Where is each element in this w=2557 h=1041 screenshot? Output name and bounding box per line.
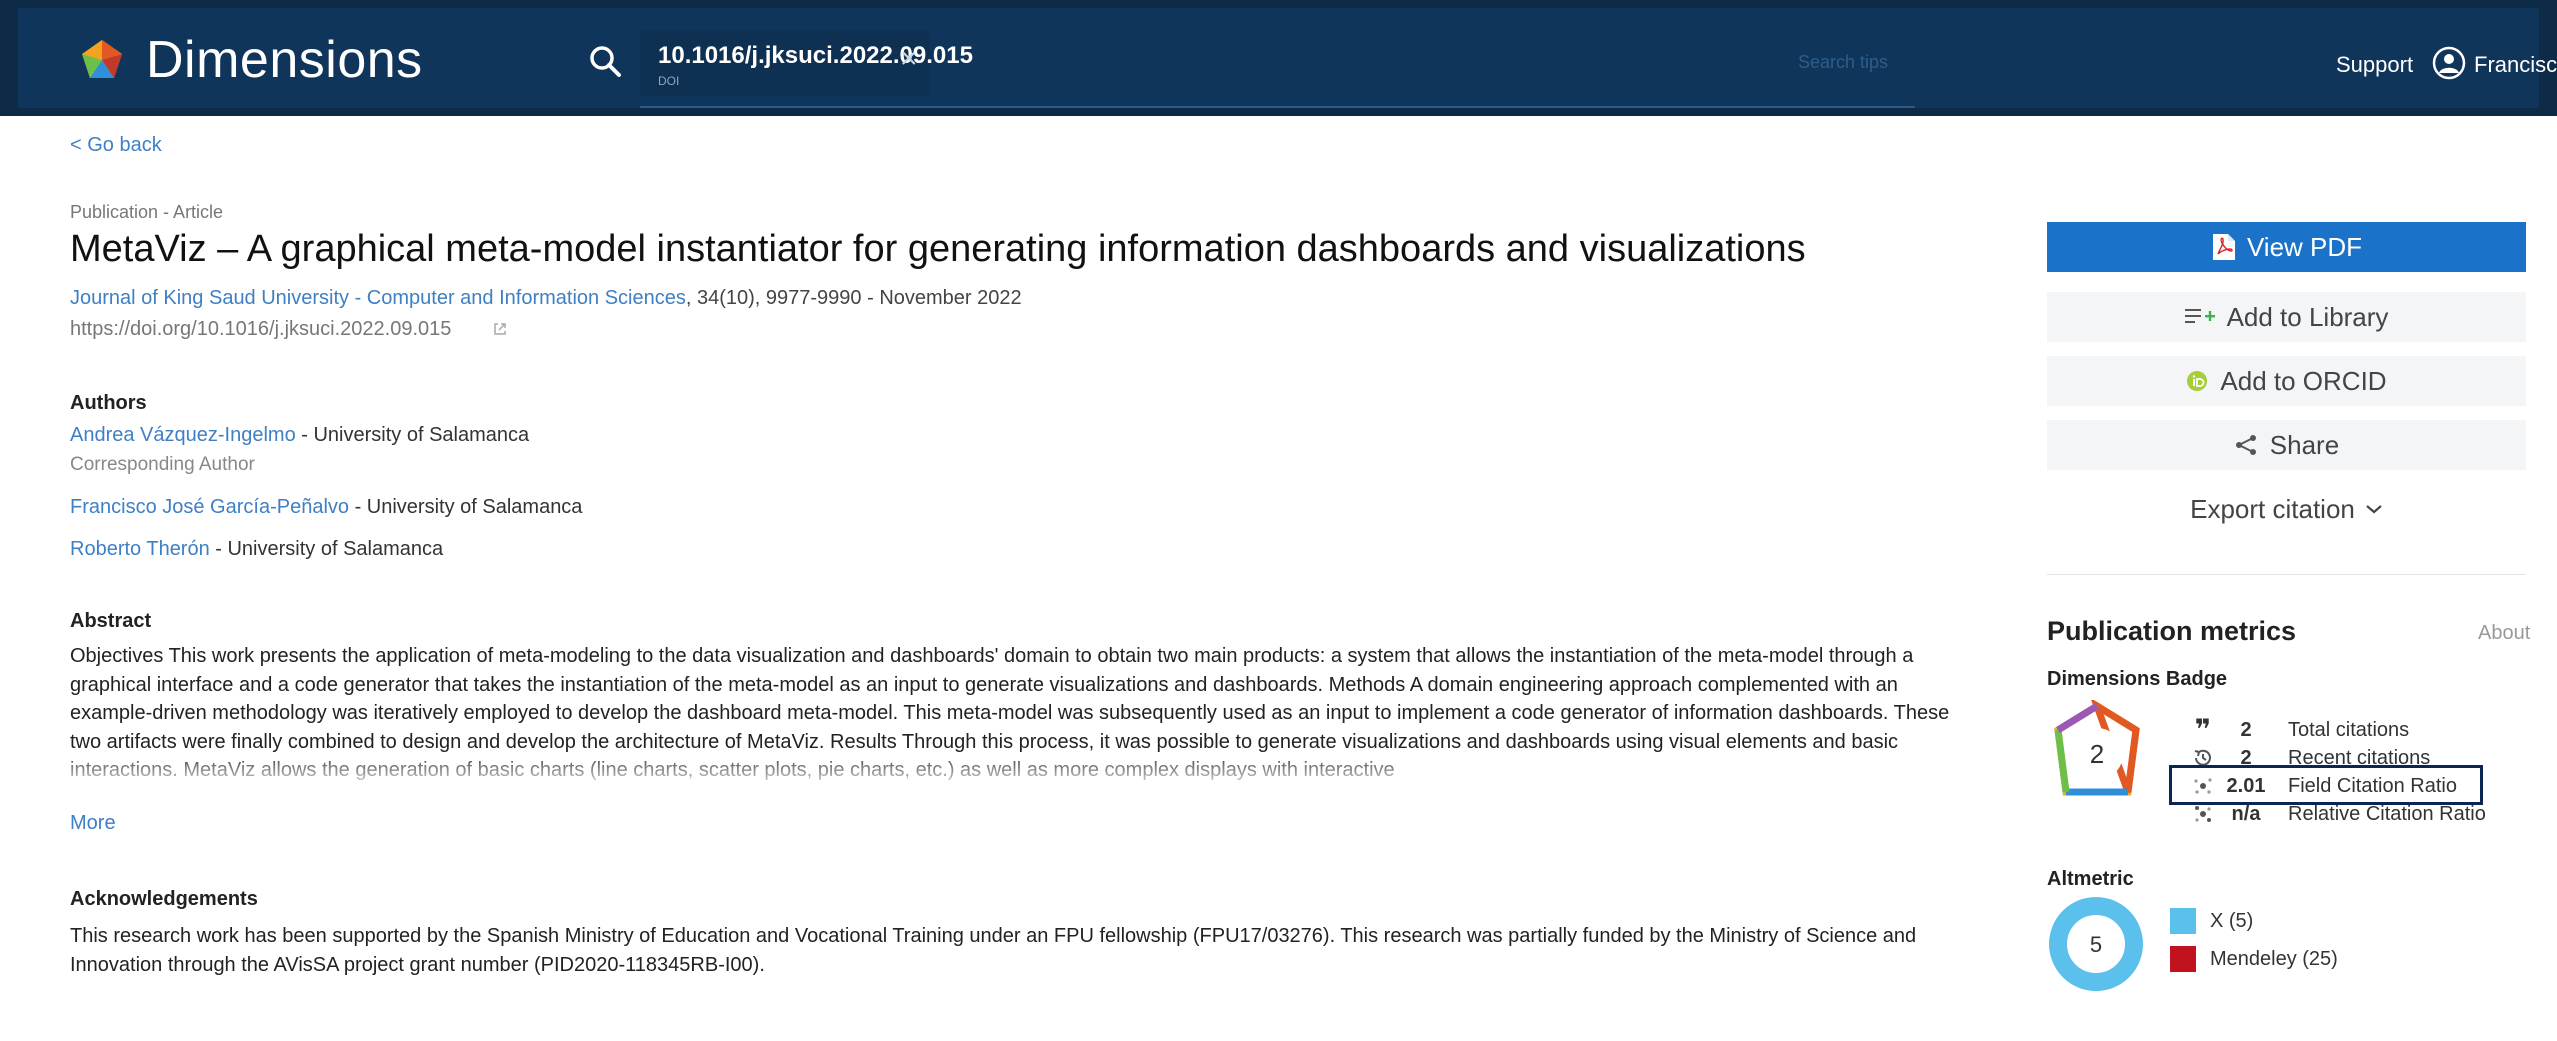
dimensions-logo-icon [82,40,122,78]
view-pdf-button[interactable]: View PDF [2047,222,2526,272]
mendeley-swatch [2170,946,2196,972]
export-citation-label: Export citation [2190,493,2355,524]
altmetric-donut[interactable]: 5 [2048,896,2144,992]
altmetric-source-mendeley: Mendeley (25) [2170,946,2338,972]
author-affiliation: - University of Salamanca [295,424,530,446]
add-to-orcid-label: Add to ORCID [2220,365,2387,396]
metric-row-relative-citation-ratio: n/a Relative Citation Ratio [2188,802,2486,826]
metric-value: n/a [2231,802,2261,825]
authors-heading: Authors [70,392,147,414]
search-icon[interactable] [588,44,622,78]
abstract-more-link[interactable]: More [70,812,116,835]
publication-title: MetaViz – A graphical meta-model instant… [70,228,1806,270]
orcid-icon [2186,370,2208,392]
search-query-type: DOI [658,74,680,88]
author-affiliation: - University of Salamanca [349,496,583,518]
add-to-orcid-button[interactable]: Add to ORCID [2047,356,2526,406]
abstract-heading: Abstract [70,610,152,632]
metric-label: Relative Citation Ratio [2288,802,2486,825]
search-field-underline [640,106,1915,108]
share-button[interactable]: Share [2047,420,2526,470]
share-label: Share [2269,429,2340,460]
clear-search-icon[interactable]: × [900,44,918,74]
quote-icon: ❞ [2194,714,2212,745]
chevron-down-icon [2365,503,2383,515]
export-citation-button[interactable]: Export citation [2047,484,2526,534]
metric-label: Total citations [2288,718,2410,741]
author-name[interactable]: Francisco José García-Peñalvo [70,496,349,518]
author-name[interactable]: Roberto Therón [70,538,210,560]
top-navigation-bar: Dimensions 10.1016/j.jksuci.2022.09.015 … [0,0,2557,116]
dimensions-logo[interactable]: Dimensions [78,34,423,86]
abstract-fade [70,758,1950,788]
altmetric-source-label: Mendeley (25) [2210,947,2338,970]
x-swatch [2170,908,2196,934]
author-name[interactable]: Andrea Vázquez-Ingelmo [70,424,296,446]
altmetric-source-label: X (5) [2210,909,2254,932]
metric-value: 2 [2240,718,2252,741]
dimensions-badge-value: 2 [2090,739,2104,769]
journal-link[interactable]: Journal of King Saud University - Comput… [70,287,686,309]
go-back-link[interactable]: < Go back [70,134,162,157]
share-icon [2234,433,2258,457]
user-account-icon[interactable] [2432,46,2466,80]
view-pdf-label: View PDF [2246,231,2363,262]
publication-type: Publication - Article [70,202,224,222]
brand-name: Dimensions [146,31,423,89]
add-to-library-button[interactable]: Add to Library [2047,292,2526,342]
pdf-icon [2212,234,2235,260]
search-query-value: 10.1016/j.jksuci.2022.09.015 [658,42,973,69]
sidebar-divider [2047,574,2526,575]
top-navigation-inner: Dimensions 10.1016/j.jksuci.2022.09.015 … [18,8,2557,108]
support-link[interactable]: Support [2336,52,2413,78]
author-affiliation: - University of Salamanca [209,538,444,560]
acknowledgements-text: This research work has been supported by… [70,925,1917,976]
external-link-icon[interactable] [493,322,507,336]
metric-row-total-citations: ❞ 2 Total citations [2188,714,2410,745]
doi-link[interactable]: https://doi.org/10.1016/j.jksuci.2022.09… [70,318,451,341]
author-role: Corresponding Author [70,454,255,475]
acknowledgements-heading: Acknowledgements [70,888,258,910]
search-tips-link[interactable]: Search tips [1798,52,1888,73]
user-name[interactable]: Francisc... [2474,52,2557,78]
altmetric-source-x: X (5) [2170,908,2253,934]
dimensions-badge-heading: Dimensions Badge [2047,668,2228,690]
dimensions-badge[interactable]: 2 [2050,700,2144,804]
add-to-library-label: Add to Library [2226,301,2389,332]
citation-details: , 34(10), 9977-9990 - November 2022 [685,287,1022,309]
author-item: Francisco José García-Peñalvo - Universi… [70,496,582,519]
field-citation-ratio-highlight [2169,765,2483,805]
metrics-about-link[interactable]: About [2478,622,2530,645]
journal-line: Journal of King Saud University - Comput… [70,287,1022,310]
search-query-chip[interactable]: 10.1016/j.jksuci.2022.09.015 DOI × [640,30,973,96]
altmetric-score: 5 [2090,932,2102,957]
add-to-list-icon [2184,306,2215,328]
author-item: Roberto Therón - University of Salamanca [70,538,443,561]
relative-ratio-icon [2188,803,2218,825]
author-item: Andrea Vázquez-Ingelmo - University of S… [70,424,529,447]
publication-metrics-heading: Publication metrics [2047,616,2297,646]
altmetric-heading: Altmetric [2047,868,2134,890]
